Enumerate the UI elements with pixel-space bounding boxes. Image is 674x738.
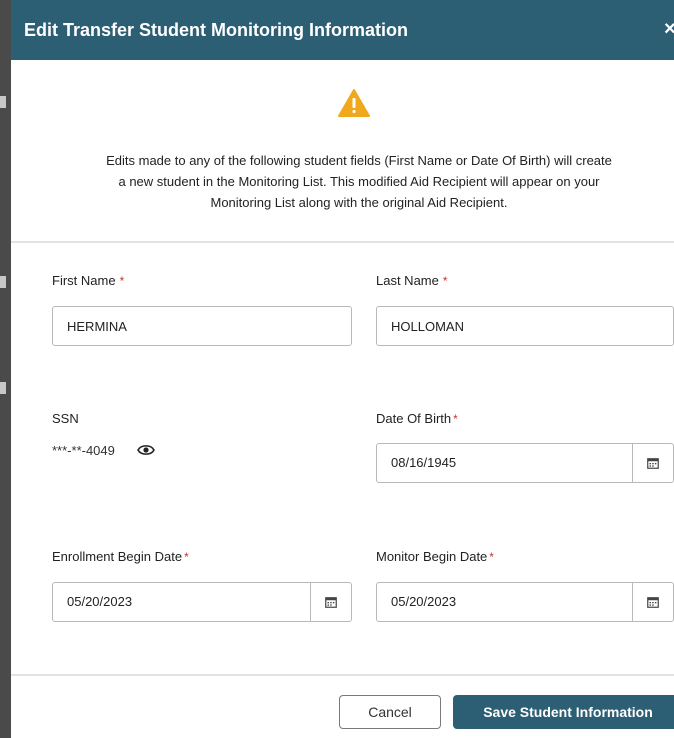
ssn-label: SSN — [52, 411, 79, 426]
date-of-birth-field[interactable]: 08/16/1945 — [376, 443, 674, 483]
notice-line: a new student in the Monitoring List. Th… — [118, 174, 600, 189]
edit-warning-notice: Edits made to any of the following stude… — [41, 150, 674, 213]
date-of-birth-value: 08/16/1945 — [391, 455, 457, 470]
enrollment-begin-date-value: 05/20/2023 — [67, 594, 133, 609]
required-marker: * — [442, 274, 448, 288]
monitor-begin-date-label: Monitor Begin Date * — [376, 549, 494, 564]
required-marker: * — [489, 550, 494, 564]
eye-icon[interactable] — [137, 443, 155, 457]
save-student-information-button[interactable]: Save Student Information — [453, 695, 674, 729]
background-page-strip — [0, 0, 11, 738]
first-name-label: First Name * — [52, 273, 125, 288]
last-name-label: Last Name * — [376, 273, 448, 288]
dialog-header: Edit Transfer Student Monitoring Informa… — [11, 0, 674, 60]
dialog-title: Edit Transfer Student Monitoring Informa… — [24, 20, 408, 40]
date-of-birth-calendar-button[interactable] — [632, 444, 673, 482]
monitor-begin-date-value: 05/20/2023 — [391, 594, 457, 609]
edit-student-dialog: Edit Transfer Student Monitoring Informa… — [11, 0, 674, 738]
calendar-icon — [325, 597, 337, 608]
footer-divider — [11, 674, 674, 676]
monitor-begin-date-field[interactable]: 05/20/2023 — [376, 582, 674, 622]
notice-line: Edits made to any of the following stude… — [106, 153, 612, 168]
enrollment-begin-date-label: Enrollment Begin Date * — [52, 549, 189, 564]
last-name-input[interactable] — [376, 306, 674, 346]
notice-line: Monitoring List along with the original … — [210, 195, 508, 210]
close-icon[interactable]: × — [664, 18, 674, 41]
required-marker: * — [453, 412, 458, 426]
calendar-icon — [647, 597, 659, 608]
cancel-button[interactable]: Cancel — [339, 695, 441, 729]
required-marker: * — [119, 274, 125, 288]
first-name-input[interactable] — [52, 306, 352, 346]
background-text-fragment — [0, 382, 6, 394]
monitor-begin-date-calendar-button[interactable] — [632, 583, 673, 621]
enrollment-begin-date-field[interactable]: 05/20/2023 — [52, 582, 352, 622]
enrollment-begin-date-calendar-button[interactable] — [310, 583, 351, 621]
date-of-birth-label: Date Of Birth * — [376, 411, 458, 426]
calendar-icon — [647, 458, 659, 469]
background-text-fragment — [0, 276, 6, 288]
required-marker: * — [184, 550, 189, 564]
background-text-fragment — [0, 96, 6, 108]
section-divider — [11, 241, 674, 243]
ssn-value: ***-**-4049 — [52, 443, 115, 458]
warning-triangle-icon — [338, 89, 370, 117]
